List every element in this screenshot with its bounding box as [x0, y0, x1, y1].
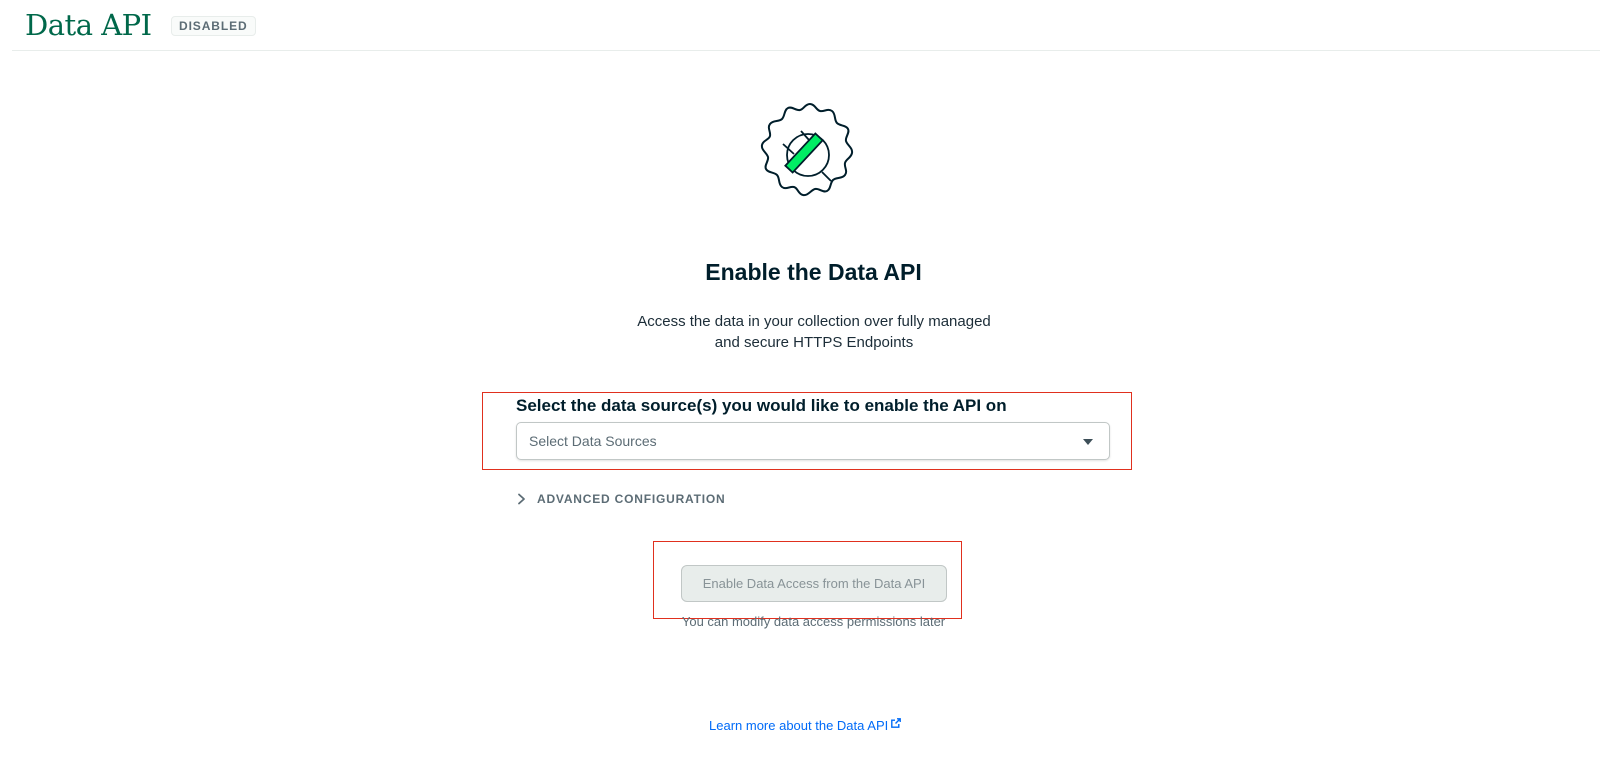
status-badge: DISABLED — [171, 16, 256, 36]
external-link-icon — [891, 718, 902, 728]
advanced-configuration-toggle[interactable]: ADVANCED CONFIGURATION — [516, 492, 725, 506]
gear-plug-icon — [760, 102, 854, 197]
data-source-placeholder: Select Data Sources — [529, 433, 657, 449]
caret-down-icon — [1083, 439, 1093, 445]
hero-description: Access the data in your collection over … — [600, 311, 1028, 353]
enable-data-access-button[interactable]: Enable Data Access from the Data API — [681, 565, 947, 602]
learn-more-label: Learn more about the Data API — [709, 718, 889, 733]
page-header: Data API DISABLED — [12, 0, 1600, 51]
chevron-right-icon — [518, 493, 525, 505]
learn-more-link[interactable]: Learn more about the Data API — [709, 718, 902, 733]
hero-title: Enable the Data API — [705, 259, 922, 285]
page-title: Data API — [25, 8, 152, 42]
data-source-label: Select the data source(s) you would like… — [516, 396, 1007, 415]
advanced-configuration-label: ADVANCED CONFIGURATION — [537, 492, 726, 506]
permissions-hint: You can modify data access permissions l… — [681, 614, 946, 629]
data-source-select[interactable]: Select Data Sources — [516, 422, 1110, 460]
description-line-2: and secure HTTPS Endpoints — [714, 334, 914, 351]
description-line-1: Access the data in your collection over … — [637, 313, 991, 330]
